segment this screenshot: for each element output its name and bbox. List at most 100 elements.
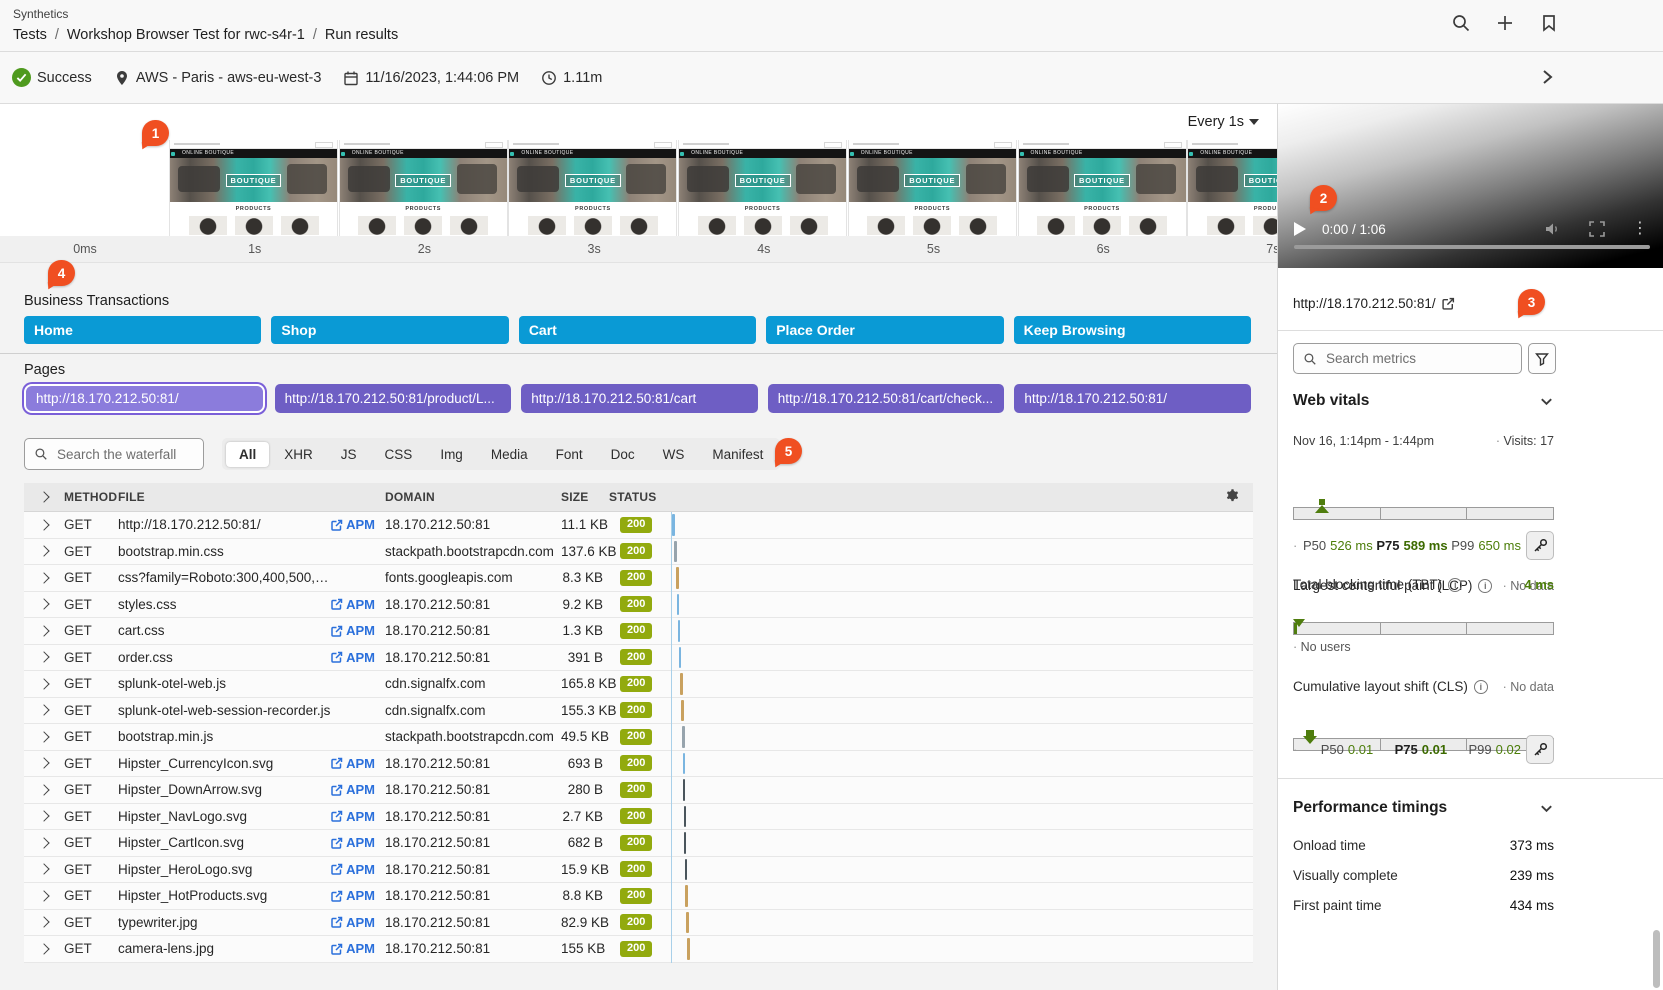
row-expand-chevron[interactable] [24,600,64,608]
table-row[interactable]: GET Hipster_CurrencyIcon.svg APM 18.170.… [24,751,1253,778]
apm-link[interactable]: APM [331,623,375,638]
filmstrip-thumbnail[interactable]: ONLINE BOUTIQUE BOUTIQUE PRODUCTS [849,140,1016,236]
expand-all-chevron[interactable] [24,493,64,501]
table-row[interactable]: GET cart.css APM 18.170.212.50:81 1.3 KB… [24,618,1253,645]
fullscreen-icon[interactable] [1588,220,1606,238]
transaction-button[interactable]: Shop [271,316,508,344]
row-expand-chevron[interactable] [24,706,64,714]
row-expand-chevron[interactable] [24,839,64,847]
row-expand-chevron[interactable] [24,759,64,767]
apm-link[interactable]: APM [331,888,375,903]
search-icon[interactable] [1451,13,1471,33]
table-row[interactable]: GET typewriter.jpg APM 18.170.212.50:81 … [24,910,1253,937]
filter-tab[interactable]: Img [427,442,476,467]
table-row[interactable]: GET css?family=Roboto:300,400,500,700 AP… [24,565,1253,592]
apm-link[interactable]: APM [331,597,375,612]
sidebar-scrollbar[interactable] [1653,930,1660,988]
table-row[interactable]: GET Hipster_NavLogo.svg APM 18.170.212.5… [24,804,1253,831]
row-expand-chevron[interactable] [24,786,64,794]
transaction-button[interactable]: Cart [519,316,756,344]
table-row[interactable]: GET http://18.170.212.50:81/ APM 18.170.… [24,512,1253,539]
add-icon[interactable] [1495,13,1515,33]
filter-tab[interactable]: JS [328,442,370,467]
apm-link[interactable]: APM [331,835,375,850]
row-expand-chevron[interactable] [24,653,64,661]
mute-icon[interactable] [1544,220,1562,238]
external-link-icon[interactable] [1442,297,1455,310]
filmstrip-thumbnail[interactable]: ONLINE BOUTIQUE BOUTIQUE PRODUCTS [679,140,846,236]
metrics-search-input[interactable] [1324,350,1503,367]
apm-link[interactable]: APM [331,756,375,771]
apm-link[interactable]: APM [331,517,375,532]
filter-tab[interactable]: Font [543,442,596,467]
row-expand-chevron[interactable] [24,574,64,582]
kebab-menu-icon[interactable]: ⋮ [1632,221,1648,237]
filmstrip-thumbnail[interactable]: ONLINE BOUTIQUE BOUTIQUE PRODUCTS [509,140,676,236]
table-row[interactable]: GET Hipster_HotProducts.svg APM 18.170.2… [24,883,1253,910]
transaction-button[interactable]: Place Order [766,316,1003,344]
filter-tab[interactable]: Media [478,442,541,467]
chevron-down-icon[interactable] [1539,801,1554,816]
lcp-key-button[interactable] [1526,531,1554,560]
page-button[interactable]: http://18.170.212.50:81/product/L... [275,384,512,413]
apm-link[interactable]: APM [331,782,375,797]
transaction-button[interactable]: Keep Browsing [1014,316,1251,344]
row-expand-chevron[interactable] [24,521,64,529]
table-row[interactable]: GET Hipster_HeroLogo.svg APM 18.170.212.… [24,857,1253,884]
row-expand-chevron[interactable] [24,865,64,873]
filmstrip-interval-dropdown[interactable]: Every 1s [1188,114,1259,130]
table-row[interactable]: GET Hipster_CartIcon.svg APM 18.170.212.… [24,830,1253,857]
filter-tab[interactable]: All [226,442,269,467]
waterfall-search-input[interactable] [55,446,194,463]
info-icon[interactable]: i [1448,578,1462,592]
page-button[interactable]: http://18.170.212.50:81/cart [521,384,758,413]
gear-icon[interactable] [1224,488,1241,505]
filter-funnel-button[interactable] [1528,343,1556,374]
table-row[interactable]: GET bootstrap.min.js APM stackpath.boots… [24,724,1253,751]
table-row[interactable]: GET splunk-otel-web-session-recorder.js … [24,698,1253,725]
table-row[interactable]: GET bootstrap.min.css APM stackpath.boot… [24,539,1253,566]
row-expand-chevron[interactable] [24,733,64,741]
table-row[interactable]: GET styles.css APM 18.170.212.50:81 9.2 … [24,592,1253,619]
row-expand-chevron[interactable] [24,627,64,635]
filter-tab[interactable]: Doc [598,442,648,467]
video-player[interactable]: 0:00 / 1:06 ⋮ [1278,104,1663,268]
breadcrumb-item[interactable]: Run results [325,27,398,43]
row-expand-chevron[interactable] [24,892,64,900]
page-button[interactable]: http://18.170.212.50:81/ [1014,384,1251,413]
next-run-chevron-icon[interactable] [1538,68,1556,86]
filmstrip-thumbnail[interactable]: ONLINE BOUTIQUE BOUTIQUE PRODUCTS [1019,140,1186,236]
filmstrip-thumbnail[interactable]: ONLINE BOUTIQUE BOUTIQUE PRODUCTS [340,140,507,236]
page-button[interactable]: http://18.170.212.50:81/ [24,384,265,413]
filter-tab[interactable]: XHR [271,442,326,467]
filter-tab[interactable]: Manifest [699,442,776,467]
row-expand-chevron[interactable] [24,812,64,820]
cls-key-button[interactable] [1526,735,1554,764]
filter-tab[interactable]: CSS [372,442,426,467]
table-row[interactable]: GET order.css APM 18.170.212.50:81 391 B… [24,645,1253,672]
table-row[interactable]: GET Hipster_DownArrow.svg APM 18.170.212… [24,777,1253,804]
table-row[interactable]: GET camera-lens.jpg APM 18.170.212.50:81… [24,936,1253,963]
bookmark-icon[interactable] [1539,13,1559,33]
filter-tab[interactable]: WS [650,442,698,467]
breadcrumb-item[interactable]: Tests [13,27,47,43]
row-expand-chevron[interactable] [24,945,64,953]
breadcrumb-item[interactable]: Workshop Browser Test for rwc-s4r-1 [67,27,305,43]
transaction-button[interactable]: Home [24,316,261,344]
apm-link[interactable]: APM [331,650,375,665]
filmstrip-thumbnail[interactable]: ONLINE BOUTIQUE BOUTIQUE PRODUCTS [170,140,337,236]
video-progress-bar[interactable] [1294,245,1650,249]
apm-link[interactable]: APM [331,862,375,877]
apm-link[interactable]: APM [331,809,375,824]
apm-link[interactable]: APM [331,941,375,956]
apm-link[interactable]: APM [331,915,375,930]
row-expand-chevron[interactable] [24,547,64,555]
page-button[interactable]: http://18.170.212.50:81/cart/check... [768,384,1005,413]
info-icon[interactable]: i [1474,680,1488,694]
row-expand-chevron[interactable] [24,680,64,688]
table-row[interactable]: GET splunk-otel-web.js APM cdn.signalfx.… [24,671,1253,698]
play-icon[interactable] [1294,222,1306,236]
chevron-down-icon[interactable] [1539,394,1554,409]
filmstrip-thumbnail[interactable]: ONLINE BOUTIQUE BOUTIQUE PRODUCTS [1188,140,1277,236]
row-expand-chevron[interactable] [24,918,64,926]
